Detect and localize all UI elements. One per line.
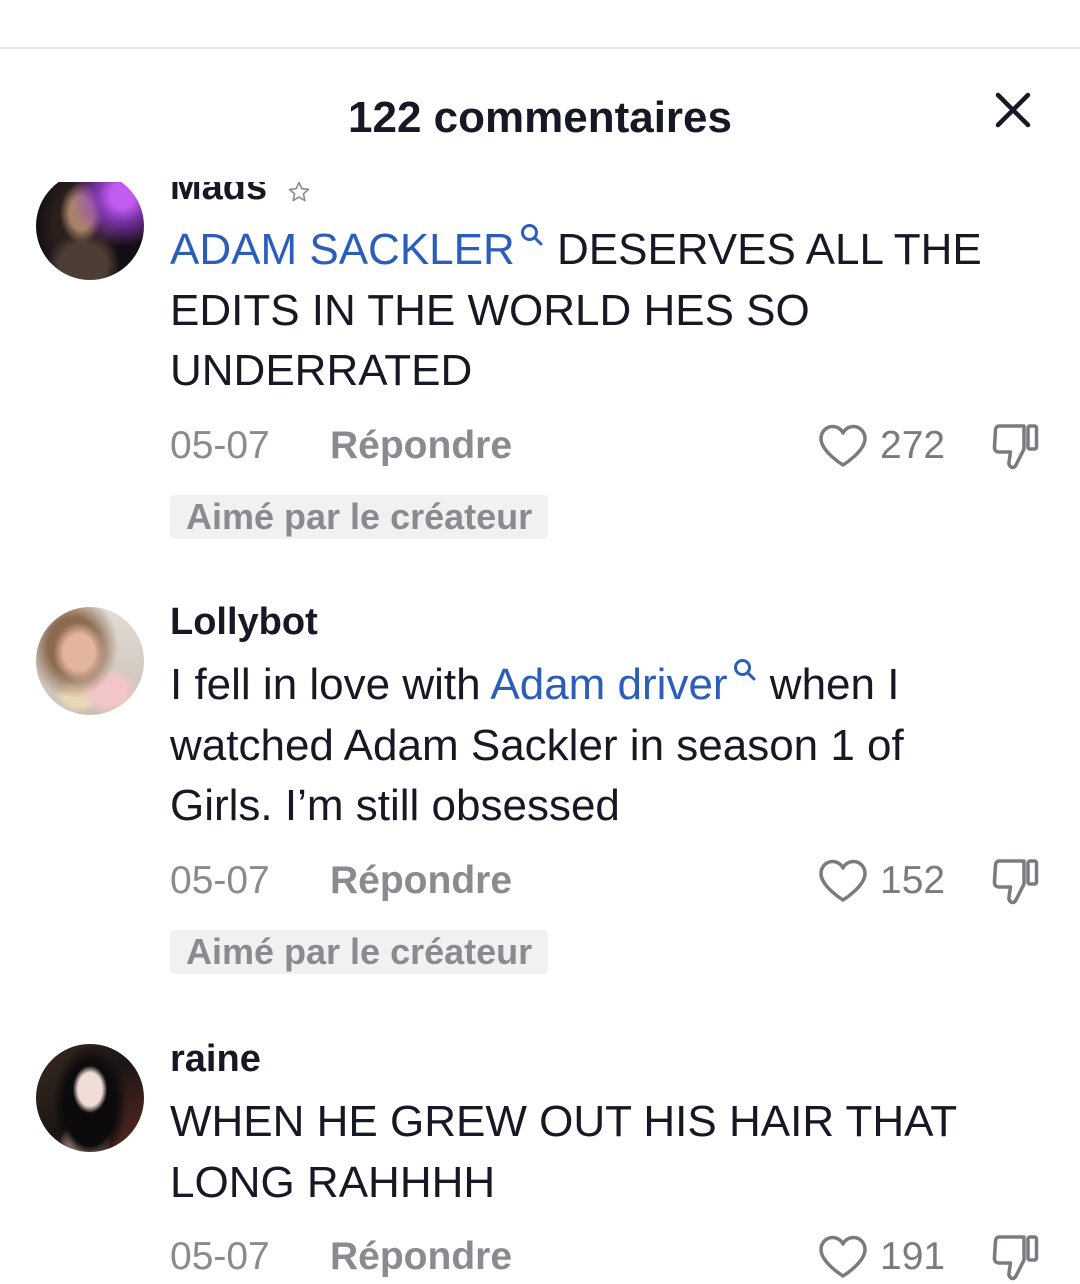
username-row: Mads	[170, 182, 1080, 206]
like-count: 152	[880, 858, 946, 902]
comment-text-segment: when I	[757, 660, 900, 709]
comment-meta: 05-07 Répondre 191	[170, 1233, 1080, 1281]
username-row: Lollybot	[170, 603, 1080, 641]
comment-text-line: ADAM SACKLER DESERVES ALL THE	[170, 220, 1080, 281]
dislike-button[interactable]	[990, 421, 1040, 471]
heart-icon[interactable]	[817, 1234, 869, 1280]
avatar[interactable]	[36, 182, 144, 280]
comment-body: Lollybot I fell in love with Adam driver…	[170, 603, 1080, 974]
comment-text: WHEN HE GREW OUT HIS HAIR THAT LONG RAHH…	[170, 1092, 1080, 1213]
mention-link[interactable]: ADAM SACKLER	[170, 225, 515, 274]
reply-button[interactable]: Répondre	[330, 422, 512, 470]
comment-date: 05-07	[170, 423, 270, 467]
thumbs-down-icon[interactable]	[990, 421, 1040, 471]
comment-text-line: watched Adam Sackler in season 1 of	[170, 716, 1080, 777]
top-divider	[0, 47, 1080, 49]
comment-text-line: LONG RAHHHH	[170, 1153, 1080, 1214]
dislike-button[interactable]	[990, 856, 1040, 906]
heart-icon[interactable]	[817, 423, 869, 469]
like-count: 272	[880, 423, 946, 467]
comment-text-segment: Girls. I’m still obsessed	[170, 781, 620, 830]
search-icon	[519, 222, 545, 248]
comment-list[interactable]: Mads ADAM SACKLER DESERVES ALL THE EDITS…	[0, 182, 1080, 1284]
username[interactable]: Mads	[170, 182, 267, 206]
username[interactable]: raine	[170, 1040, 261, 1078]
thumbs-down-icon[interactable]	[990, 856, 1040, 906]
liked-by-creator-badge: Aimé par le créateur	[170, 929, 549, 974]
comment-date: 05-07	[170, 858, 270, 902]
comment-text-segment: I fell in love with	[170, 660, 491, 709]
comment-text-segment: LONG RAHHHH	[170, 1157, 496, 1207]
comment-text: ADAM SACKLER DESERVES ALL THE EDITS IN T…	[170, 220, 1080, 402]
username-row: raine	[170, 1040, 1080, 1078]
avatar[interactable]	[36, 607, 144, 715]
avatar[interactable]	[36, 1044, 144, 1152]
close-button[interactable]	[993, 90, 1033, 130]
like-button[interactable]: 272	[817, 422, 945, 470]
comment-text: I fell in love with Adam driver when I w…	[170, 655, 1080, 837]
comment-text-line: I fell in love with Adam driver when I	[170, 655, 1080, 716]
comment-body: Mads ADAM SACKLER DESERVES ALL THE EDITS…	[170, 182, 1080, 539]
comment-text-segment: watched Adam Sackler in season 1 of	[170, 720, 904, 770]
search-icon	[732, 657, 758, 683]
like-button[interactable]: 152	[817, 857, 945, 905]
comment-meta: 05-07 Répondre 152	[170, 857, 1080, 905]
close-icon[interactable]	[993, 90, 1033, 130]
comments-title: 122 commentaires	[348, 93, 732, 142]
reply-button[interactable]: Répondre	[330, 1233, 512, 1281]
reply-button[interactable]: Répondre	[330, 857, 512, 905]
comment-body: raine WHEN HE GREW OUT HIS HAIR THAT LON…	[170, 1040, 1080, 1281]
comment-text-segment: UNDERRATED	[170, 346, 473, 395]
dislike-button[interactable]	[990, 1232, 1040, 1282]
comment-text-line: EDITS IN THE WORLD HES SO	[170, 281, 1080, 342]
mention-link[interactable]: Adam driver	[490, 660, 727, 709]
like-button[interactable]: 191	[817, 1233, 945, 1281]
comment-meta: 05-07 Répondre 272	[170, 422, 1080, 470]
like-count: 191	[880, 1235, 946, 1278]
star-icon	[287, 182, 311, 204]
heart-icon[interactable]	[817, 858, 869, 904]
comment-date: 05-07	[170, 1235, 270, 1278]
comment-text-segment: DESERVES ALL THE	[544, 225, 982, 274]
comment-text-line: Girls. I’m still obsessed	[170, 776, 1080, 837]
comment-text-segment: WHEN HE GREW OUT HIS HAIR THAT	[170, 1097, 958, 1146]
username[interactable]: Lollybot	[170, 603, 318, 641]
liked-by-creator-badge: Aimé par le créateur	[170, 494, 549, 539]
thumbs-down-icon[interactable]	[990, 1232, 1040, 1282]
comment-text-line: UNDERRATED	[170, 341, 1080, 402]
comment-text-line: WHEN HE GREW OUT HIS HAIR THAT	[170, 1092, 1080, 1153]
comment-text-segment: EDITS IN THE WORLD HES SO	[170, 285, 810, 335]
